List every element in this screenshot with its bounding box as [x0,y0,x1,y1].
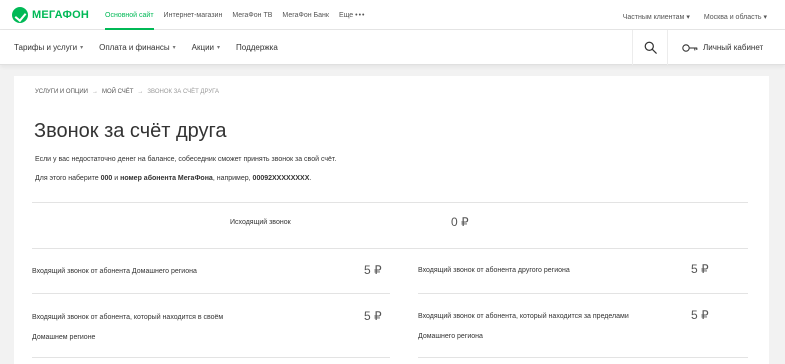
breadcrumb-services[interactable]: УСЛУГИ И ОПЦИИ [35,89,88,95]
incoming-in-home-label-line1: Входящий звонок от абонента, который нах… [32,314,224,321]
divider [32,357,390,358]
incoming-outside-home-label-line1: Входящий звонок от абонента, который нах… [418,313,629,320]
incoming-other-region-price: 5 ₽ [691,262,709,276]
top-link-more-label: Еще [338,11,354,19]
top-link-megafon-bank[interactable]: МегаФон Банк [282,0,339,30]
brand-name: МЕГАФОН [32,9,90,21]
nav-item-label: Поддержка [236,43,278,52]
nav-item-tariffs[interactable]: Тарифы и услуги ▾ [14,43,83,52]
instruction-end: . [309,175,312,182]
incoming-outside-home-label-line2: Домашнего региона [418,333,483,340]
nav-item-support[interactable]: Поддержка [236,43,278,52]
breadcrumb-arrow-icon: → [137,89,144,95]
nav-item-label: Оплата и финансы [99,43,170,52]
incoming-other-region-label: Входящий звонок от абонента другого реги… [418,267,570,274]
megafon-logo-icon [12,7,28,23]
top-link-online-store[interactable]: Интернет-магазин [164,0,233,30]
megafon-logo[interactable]: МЕГАФОН [12,6,89,24]
page-description: Если у вас недостаточно денег на балансе… [35,156,337,163]
search-icon [644,41,657,54]
personal-account-link[interactable]: Личный кабинет [682,30,763,65]
divider [418,293,748,294]
page-title: Звонок за счёт друга [34,120,227,142]
content-card: УСЛУГИ И ОПЦИИ → МОЙ СЧЁТ → ЗВОНОК ЗА СЧ… [14,76,769,364]
nav-item-label: Акции [191,43,215,52]
divider [32,293,390,294]
chevron-down-icon: ▾ [217,45,221,51]
personal-account-label: Личный кабинет [703,43,764,52]
chevron-down-icon: ▾ [172,45,176,51]
breadcrumb-my-account[interactable]: МОЙ СЧЁТ [102,89,133,95]
divider [418,357,748,358]
outgoing-call-price: 0 ₽ [451,215,469,229]
divider [32,248,748,249]
nav-item-label: Тарифы и услуги [14,43,78,52]
top-links: Основной сайт Интернет-магазин МегаФон Т… [105,0,376,30]
instruction-prefix: Для этого наберите [35,175,101,182]
segment-selector[interactable]: Частным клиентам ▾ [623,6,690,24]
instruction-bold: номер абонента МегаФона [120,175,213,182]
instruction-example: 00092XXXXXXXX [252,175,310,182]
chevron-down-icon: ▾ [763,14,767,21]
main-nav: Тарифы и услуги ▾ Оплата и финансы ▾ Акции… [0,30,785,65]
divider [32,202,748,203]
top-link-more[interactable]: Еще ••• [339,0,376,30]
top-link-main-site[interactable]: Основной сайт [105,0,164,30]
top-bar: МЕГАФОН Основной сайт Интернет-магазин М… [0,0,785,30]
breadcrumb: УСЛУГИ И ОПЦИИ → МОЙ СЧЁТ → ЗВОНОК ЗА СЧ… [35,89,219,95]
incoming-in-home-price: 5 ₽ [364,309,382,323]
chevron-down-icon: ▾ [80,45,84,51]
top-link-megafon-tv[interactable]: МегаФон ТВ [232,0,282,30]
incoming-home-region-label: Входящий звонок от абонента Домашнего ре… [32,268,197,275]
incoming-in-home-label-line2: Домашнем регионе [32,334,96,341]
breadcrumb-current: ЗВОНОК ЗА СЧЁТ ДРУГА [147,89,220,95]
region-label: Москва и область [703,14,762,21]
more-dots-icon: ••• [355,11,366,19]
search-button[interactable] [632,30,668,65]
instruction-example-prefix: , например, [212,175,253,182]
key-icon [682,43,698,52]
page-instruction: Для этого наберите 000 и номер абонента … [35,175,311,182]
incoming-home-region-price: 5 ₽ [364,263,382,277]
nav-items: Тарифы и услуги ▾ Оплата и финансы ▾ Акции… [14,30,294,65]
nav-item-payment[interactable]: Оплата и финансы ▾ [99,43,176,52]
instruction-mid: и [112,175,121,182]
instruction-code: 000 [100,175,113,182]
nav-item-promotions[interactable]: Акции ▾ [192,43,220,52]
chevron-down-icon: ▾ [686,14,690,21]
incoming-outside-home-price: 5 ₽ [691,308,709,322]
breadcrumb-arrow-icon: → [91,89,98,95]
top-right: Частным клиентам ▾ Москва и область ▾ [623,0,767,30]
outgoing-call-label: Исходящий звонок [230,219,291,226]
segment-label: Частным клиентам [622,14,685,21]
region-selector[interactable]: Москва и область ▾ [704,6,767,24]
